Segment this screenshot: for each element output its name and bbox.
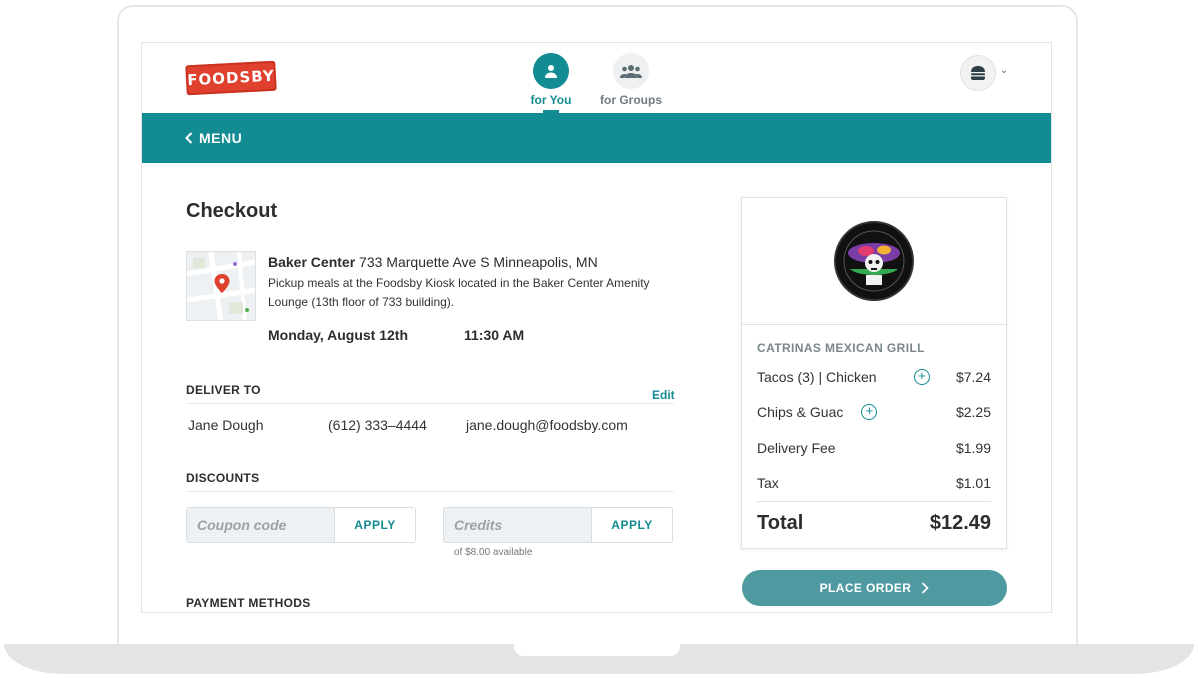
person-icon [533,53,569,89]
contact-email: jane.dough@foodsby.com [466,417,628,433]
edit-contact-link[interactable]: Edit [652,388,675,402]
place-order-button[interactable]: PLACE ORDER [742,570,1007,606]
back-to-menu-label: MENU [199,130,243,146]
delivery-time: 11:30 AM [464,327,525,343]
item-name: Tax [757,475,779,491]
user-avatar[interactable] [960,55,996,91]
pickup-location: Baker Center 733 Marquette Ave S Minneap… [268,254,688,312]
location-description: Pickup meals at the Foodsby Kiosk locate… [268,276,650,309]
item-price: $2.25 [955,404,991,420]
chevron-left-icon [185,132,193,144]
order-summary-card: CATRINAS MEXICAN GRILL Tacos (3) | Chick… [741,197,1007,549]
contact-phone: (612) 333–4444 [328,417,427,433]
coupon-field-group: APPLY [186,507,416,543]
discounts-heading: DISCOUNTS [186,471,674,492]
order-line-item: Chips & Guac + $2.25 [757,404,991,420]
menu-bar: MENU [142,113,1051,163]
location-name: Baker Center [268,254,356,270]
burger-icon [971,66,985,80]
foodsby-logo[interactable]: FOODSBY [185,60,277,96]
back-to-menu-button[interactable]: MENU [185,130,242,146]
chevron-right-icon [922,582,930,594]
item-name: Tacos (3) | Chicken [757,369,877,385]
total-label: Total [757,512,804,534]
tab-for-you[interactable]: for You [511,53,591,113]
order-line-item: Delivery Fee $1.99 [757,440,991,456]
restaurant-logo-area [742,198,1006,325]
credits-input[interactable] [444,508,592,542]
contact-name: Jane Dough [188,417,264,433]
location-title: Baker Center 733 Marquette Ave S Minneap… [268,254,688,270]
item-price: $7.24 [955,369,991,385]
apply-coupon-button[interactable]: APPLY [335,508,415,542]
add-item-icon[interactable]: + [913,369,930,385]
deliver-to-heading: DELIVER TO [186,383,674,404]
page-title: Checkout [186,200,278,222]
credits-available-note: of $8.00 available [454,547,533,558]
credits-field-group: APPLY [443,507,673,543]
group-icon [613,53,649,89]
top-nav: FOODSBY for You for Groups ⌄ [142,43,1051,113]
order-line-item: Tacos (3) | Chicken + $7.24 [757,369,991,385]
delivery-date: Monday, August 12th [268,327,408,343]
add-item-icon[interactable]: + [861,404,878,420]
location-map-thumbnail[interactable] [186,251,256,321]
coupon-code-input[interactable] [187,508,335,542]
location-address: 733 Marquette Ave S Minneapolis, MN [359,254,598,270]
apply-credits-button[interactable]: APPLY [592,508,672,542]
order-total: Total $12.49 [757,501,991,535]
place-order-label: PLACE ORDER [819,581,912,595]
map-pin-icon [187,252,255,320]
item-name: Chips & Guac [757,404,844,420]
item-price: $1.99 [955,440,991,456]
payment-methods-heading: PAYMENT METHODS [186,596,311,610]
order-line-item: Tax $1.01 [757,475,991,491]
total-value: $12.49 [929,512,991,534]
laptop-notch [514,644,680,656]
tab-for-groups-label: for Groups [600,93,662,107]
tab-for-you-label: for You [530,93,572,107]
restaurant-name: CATRINAS MEXICAN GRILL [757,341,925,355]
item-name: Delivery Fee [757,440,836,456]
chevron-down-icon[interactable]: ⌄ [1000,65,1008,76]
app-screen: FOODSBY for You for Groups ⌄ MENU Checko… [141,42,1052,613]
tab-for-groups[interactable]: for Groups [591,53,671,107]
restaurant-logo [834,221,914,301]
item-price: $1.01 [955,475,991,491]
